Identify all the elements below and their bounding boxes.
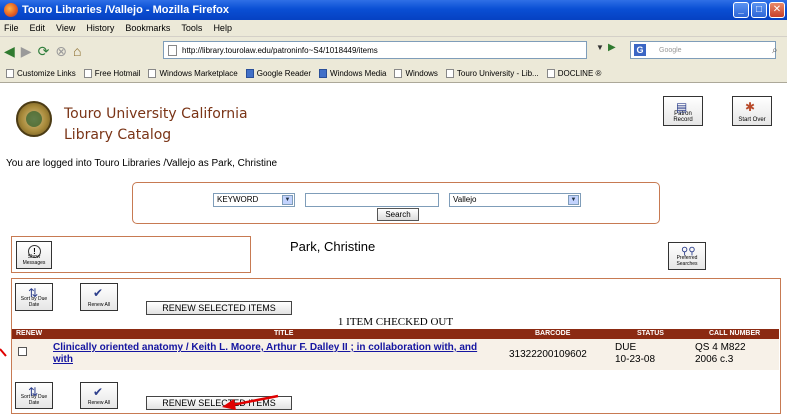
renew-checkbox[interactable] bbox=[18, 347, 27, 356]
touro-icon bbox=[445, 69, 454, 78]
renew-selected-items-button-bottom[interactable]: RENEW SELECTED ITEMS bbox=[146, 396, 292, 410]
menu-help[interactable]: Help bbox=[213, 23, 232, 33]
go-icon[interactable]: ▶ bbox=[608, 42, 616, 53]
url-dropdown-icon[interactable]: ▼ bbox=[596, 43, 604, 52]
col-renew: RENEW bbox=[16, 330, 43, 337]
item-status: DUE 10-23-08 bbox=[615, 342, 656, 365]
bookmark-windows[interactable]: Windows bbox=[394, 69, 438, 78]
menubar: File Edit View History Bookmarks Tools H… bbox=[0, 20, 787, 37]
id-card-icon: ▤ bbox=[676, 100, 688, 114]
magnifier-icon[interactable]: ⌕ bbox=[772, 45, 778, 56]
renew-all-button-bottom[interactable]: ✔ Renew All bbox=[80, 382, 118, 409]
menu-bookmarks[interactable]: Bookmarks bbox=[125, 23, 170, 33]
window-title: Touro Libraries /Vallejo - Mozilla Firef… bbox=[22, 4, 230, 16]
search-engine-placeholder: Google bbox=[659, 46, 682, 54]
search-type-select[interactable]: KEYWORD ▼ bbox=[213, 193, 295, 207]
sort-by-due-date-button[interactable]: ⇅ Sort by Due Date bbox=[15, 283, 53, 311]
page-icon bbox=[148, 69, 157, 78]
university-seal-logo bbox=[16, 101, 52, 137]
search-scope-select[interactable]: Vallejo ▼ bbox=[449, 193, 581, 207]
renew-selected-items-button[interactable]: RENEW SELECTED ITEMS bbox=[146, 301, 292, 315]
google-icon[interactable]: G bbox=[634, 44, 646, 56]
check-icon: ✔ bbox=[93, 286, 104, 300]
media-icon bbox=[319, 69, 327, 78]
chevron-down-icon: ▼ bbox=[282, 195, 293, 205]
maximize-button[interactable]: □ bbox=[751, 2, 767, 18]
page-content: Touro University California Library Cata… bbox=[0, 84, 787, 417]
bookmark-free-hotmail[interactable]: Free Hotmail bbox=[83, 69, 140, 78]
minimize-button[interactable]: _ bbox=[733, 2, 749, 18]
reader-icon bbox=[245, 69, 254, 78]
bookmark-google-reader[interactable]: Google Reader bbox=[245, 69, 311, 78]
window-titlebar: Touro Libraries /Vallejo - Mozilla Firef… bbox=[0, 0, 787, 20]
items-checked-out-summary: 1 ITEM CHECKED OUT bbox=[12, 316, 779, 328]
stop-icon[interactable]: ⊗ bbox=[55, 43, 67, 60]
page-icon bbox=[6, 69, 14, 78]
chevron-down-icon: ▼ bbox=[568, 195, 579, 205]
menu-history[interactable]: History bbox=[86, 23, 114, 33]
menu-edit[interactable]: Edit bbox=[30, 23, 46, 33]
col-barcode: BARCODE bbox=[535, 330, 571, 337]
navigation-toolbar: ◀ ▶ ⟳ ⊗ ⌂ http://library.tourolaw.edu/pa… bbox=[0, 37, 787, 65]
menu-tools[interactable]: Tools bbox=[181, 23, 202, 33]
patron-name: Park, Christine bbox=[290, 239, 376, 254]
renew-all-button[interactable]: ✔ Renew All bbox=[80, 283, 118, 311]
item-call-number: QS 4 M822 2006 c.3 bbox=[695, 342, 746, 365]
item-title-link[interactable]: Clinically oriented anatomy / Keith L. M… bbox=[53, 342, 493, 366]
url-text: http://library.tourolaw.edu/patroninfo~S… bbox=[182, 45, 378, 55]
sort-icon: ⇅ bbox=[28, 385, 39, 399]
table-row: Clinically oriented anatomy / Keith L. M… bbox=[12, 339, 779, 370]
bookmark-touro-university[interactable]: Touro University - Lib... bbox=[445, 69, 539, 78]
page-icon bbox=[168, 45, 177, 56]
firefox-icon bbox=[4, 3, 18, 17]
magnifier-icon: ⚲⚲ bbox=[681, 246, 696, 257]
logged-in-status: You are logged into Touro Libraries /Val… bbox=[6, 158, 278, 169]
search-button[interactable]: Search bbox=[377, 208, 419, 221]
page-icon bbox=[394, 69, 403, 78]
info-icon: ! bbox=[28, 245, 41, 258]
back-icon[interactable]: ◀ bbox=[4, 43, 15, 60]
sort-icon: ⇅ bbox=[28, 286, 39, 300]
messages-panel: ! Show Messages bbox=[11, 236, 251, 273]
bookmark-windows-media[interactable]: Windows Media bbox=[319, 69, 386, 78]
forward-icon[interactable]: ▶ bbox=[21, 43, 32, 60]
close-button[interactable]: ✕ bbox=[769, 2, 785, 18]
item-barcode: 31322200109602 bbox=[509, 349, 587, 360]
col-title: TITLE bbox=[274, 330, 294, 337]
page-icon bbox=[83, 69, 92, 78]
bookmark-customize-links[interactable]: Customize Links bbox=[6, 69, 76, 78]
search-panel: KEYWORD ▼ Vallejo ▼ Search bbox=[132, 182, 660, 224]
window-controls: _ □ ✕ bbox=[733, 2, 785, 18]
page-icon bbox=[546, 69, 555, 78]
brand-subtitle: Library Catalog bbox=[64, 127, 172, 143]
home-icon[interactable]: ⌂ bbox=[73, 43, 81, 59]
reload-icon[interactable]: ⟳ bbox=[38, 43, 50, 60]
table-header: RENEW TITLE BARCODE STATUS CALL NUMBER bbox=[12, 329, 779, 339]
bookmarks-bar: Customize Links Free Hotmail Windows Mar… bbox=[0, 65, 787, 83]
sort-by-due-date-button-bottom[interactable]: ⇅ Sort by Due Date bbox=[15, 382, 53, 409]
check-icon: ✔ bbox=[93, 385, 104, 399]
bookmark-docline[interactable]: DOCLINE ® bbox=[546, 69, 601, 78]
menu-file[interactable]: File bbox=[4, 23, 19, 33]
col-call-number: CALL NUMBER bbox=[709, 330, 761, 337]
search-engine-box[interactable]: G Google bbox=[630, 41, 776, 59]
start-over-button[interactable]: ✱ Start Over bbox=[732, 96, 772, 126]
menu-view[interactable]: View bbox=[56, 23, 75, 33]
show-messages-button[interactable]: ! Show Messages bbox=[16, 241, 52, 269]
bookmark-windows-marketplace[interactable]: Windows Marketplace bbox=[148, 69, 238, 78]
preferred-searches-button[interactable]: ⚲⚲ Preferred Searches bbox=[668, 242, 706, 270]
brand-title: Touro University California bbox=[64, 106, 248, 122]
url-bar[interactable]: http://library.tourolaw.edu/patroninfo~S… bbox=[163, 41, 587, 59]
col-status: STATUS bbox=[637, 330, 664, 337]
star-icon: ✱ bbox=[745, 100, 756, 114]
patron-record-button[interactable]: ▤ Patron Record bbox=[663, 96, 703, 126]
search-input[interactable] bbox=[305, 193, 439, 207]
checked-out-panel: ⇅ Sort by Due Date ✔ Renew All RENEW SEL… bbox=[11, 278, 781, 414]
